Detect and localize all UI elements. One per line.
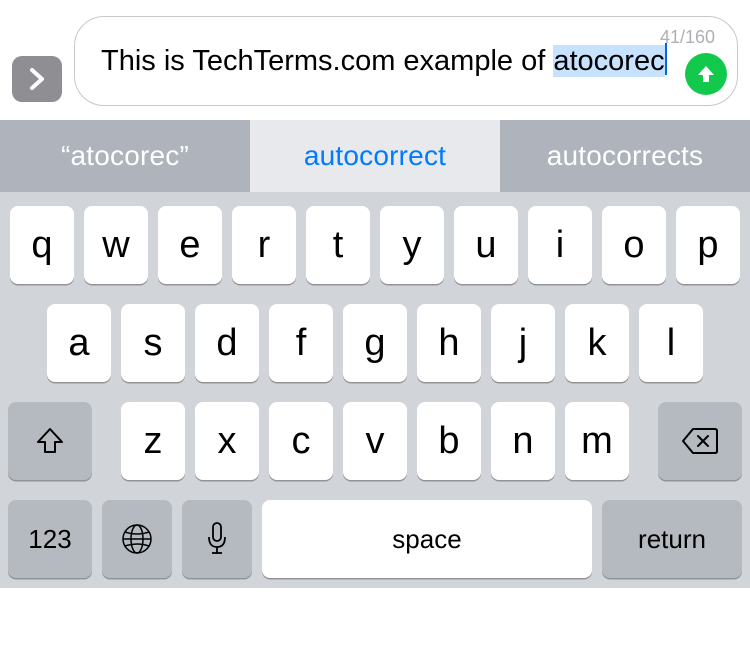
- keyboard-row-3: z x c v b n m: [8, 402, 742, 480]
- key-backspace[interactable]: [658, 402, 742, 480]
- key-space[interactable]: space: [262, 500, 592, 578]
- key-u[interactable]: u: [454, 206, 518, 284]
- arrow-up-icon: [695, 63, 717, 85]
- key-v[interactable]: v: [343, 402, 407, 480]
- chevron-right-icon: [28, 67, 46, 91]
- keyboard-row-2: a s d f g h j k l: [8, 304, 742, 382]
- key-q[interactable]: q: [10, 206, 74, 284]
- key-globe[interactable]: [102, 500, 172, 578]
- key-return[interactable]: return: [602, 500, 742, 578]
- key-s[interactable]: s: [121, 304, 185, 382]
- key-a[interactable]: a: [47, 304, 111, 382]
- keyboard: q w e r t y u i o p a s d f g h j k l z …: [0, 192, 750, 588]
- key-n[interactable]: n: [491, 402, 555, 480]
- backspace-icon: [681, 427, 719, 455]
- microphone-icon: [205, 521, 229, 557]
- compose-area: 41/160 This is TechTerms.com example of …: [0, 0, 750, 120]
- key-j[interactable]: j: [491, 304, 555, 382]
- prediction-secondary[interactable]: autocorrects: [500, 120, 750, 192]
- prediction-primary[interactable]: autocorrect: [250, 120, 500, 192]
- character-count: 41/160: [660, 27, 715, 48]
- prediction-bar: “atocorec” autocorrect autocorrects: [0, 120, 750, 192]
- message-text-before: This is TechTerms.com example of: [101, 45, 553, 77]
- prediction-verbatim[interactable]: “atocorec”: [0, 120, 250, 192]
- key-r[interactable]: r: [232, 206, 296, 284]
- key-o[interactable]: o: [602, 206, 666, 284]
- key-i[interactable]: i: [528, 206, 592, 284]
- message-text: This is TechTerms.com example of atocore…: [101, 43, 675, 79]
- key-c[interactable]: c: [269, 402, 333, 480]
- key-w[interactable]: w: [84, 206, 148, 284]
- key-shift[interactable]: [8, 402, 92, 480]
- key-p[interactable]: p: [676, 206, 740, 284]
- key-y[interactable]: y: [380, 206, 444, 284]
- key-e[interactable]: e: [158, 206, 222, 284]
- message-input[interactable]: 41/160 This is TechTerms.com example of …: [74, 16, 738, 106]
- key-k[interactable]: k: [565, 304, 629, 382]
- keyboard-row-3-letters: z x c v b n m: [121, 402, 629, 480]
- key-numbers[interactable]: 123: [8, 500, 92, 578]
- key-t[interactable]: t: [306, 206, 370, 284]
- send-button[interactable]: [685, 53, 727, 95]
- key-d[interactable]: d: [195, 304, 259, 382]
- key-z[interactable]: z: [121, 402, 185, 480]
- keyboard-row-bottom: 123 space return: [8, 500, 742, 578]
- key-f[interactable]: f: [269, 304, 333, 382]
- shift-icon: [34, 425, 66, 457]
- key-g[interactable]: g: [343, 304, 407, 382]
- key-x[interactable]: x: [195, 402, 259, 480]
- message-text-highlight: atocorec: [553, 45, 664, 77]
- key-dictation[interactable]: [182, 500, 252, 578]
- key-b[interactable]: b: [417, 402, 481, 480]
- key-l[interactable]: l: [639, 304, 703, 382]
- keyboard-row-1: q w e r t y u i o p: [8, 206, 742, 284]
- key-m[interactable]: m: [565, 402, 629, 480]
- globe-icon: [120, 522, 154, 556]
- expand-button[interactable]: [12, 56, 62, 102]
- key-h[interactable]: h: [417, 304, 481, 382]
